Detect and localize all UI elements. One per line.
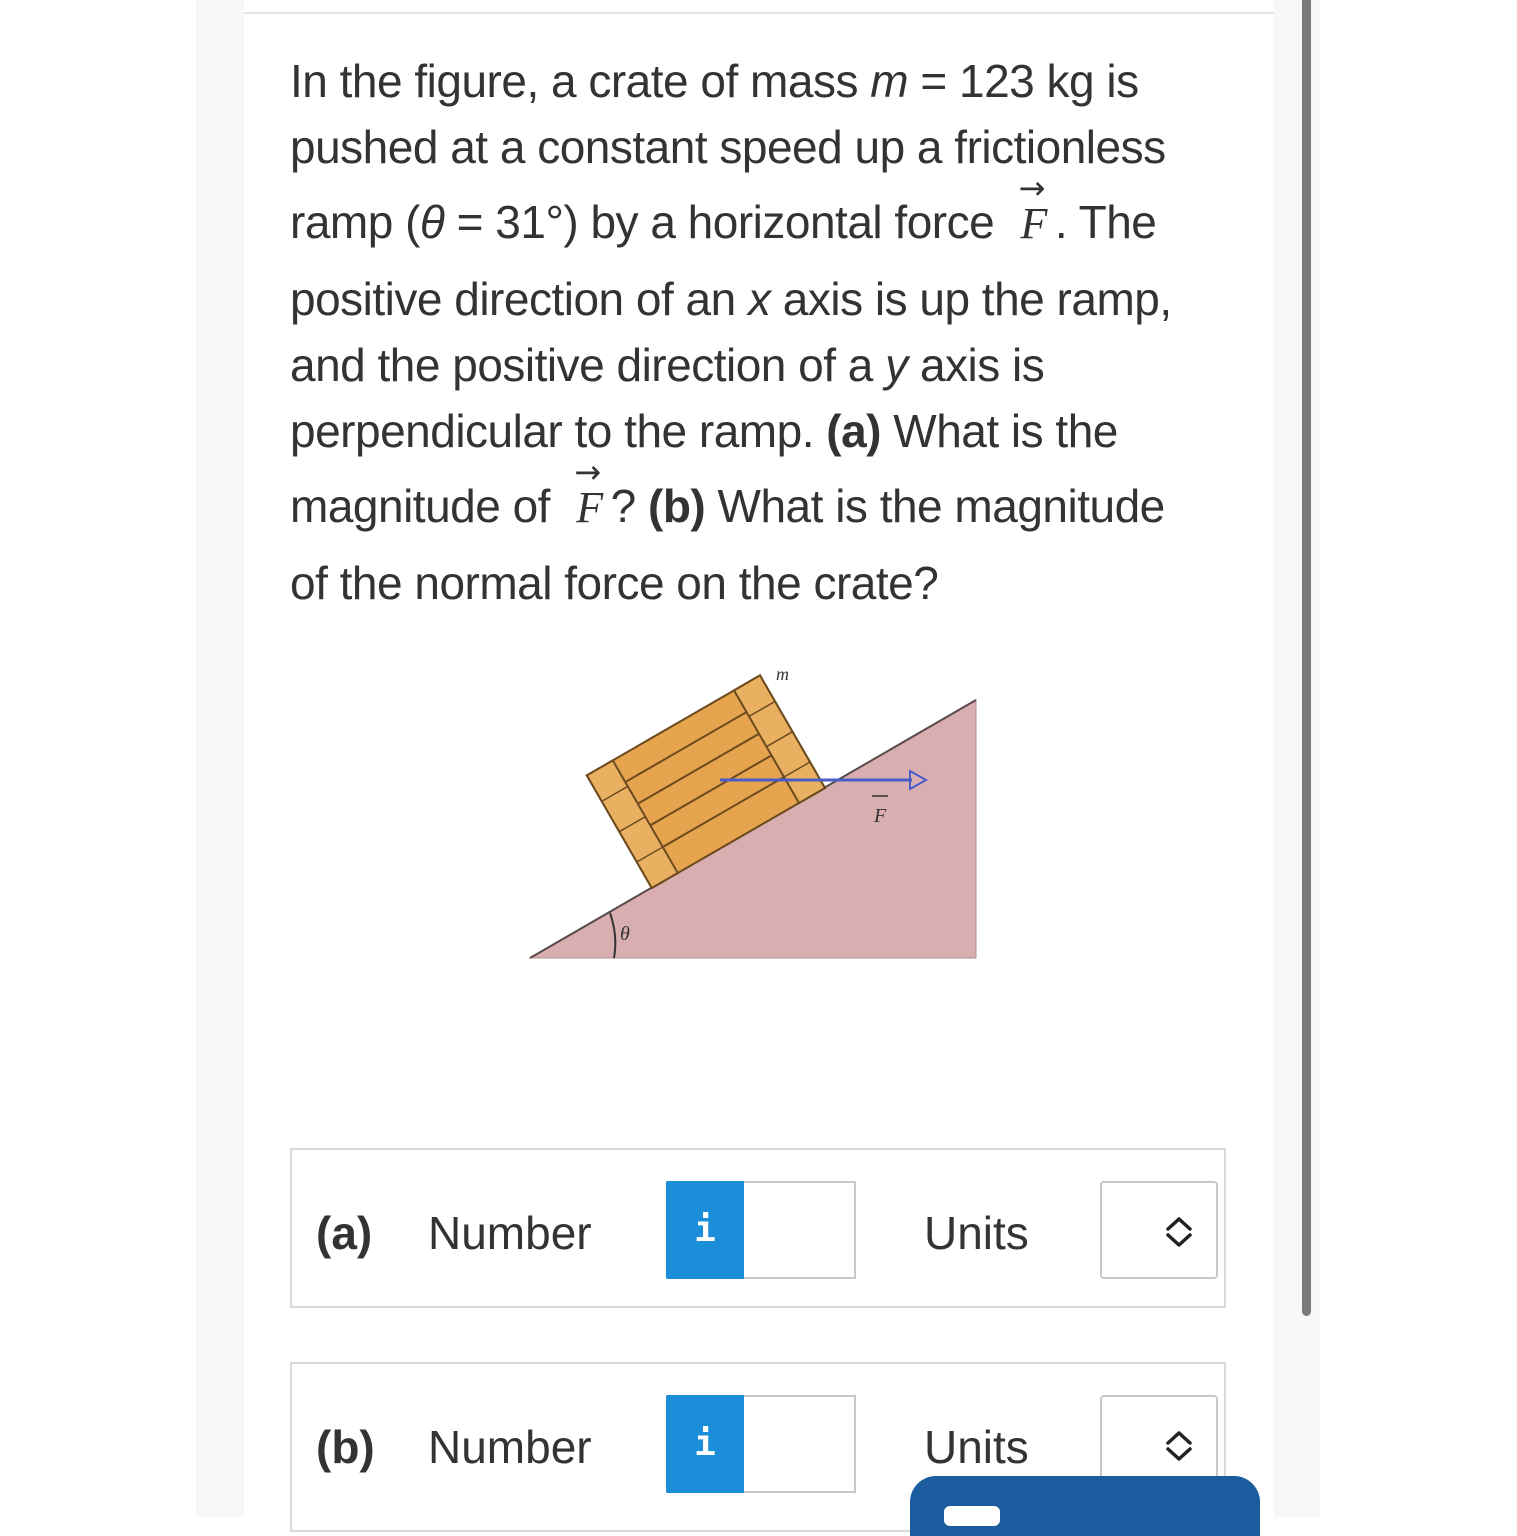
part-a-label: (a) — [826, 405, 881, 457]
number-input[interactable] — [744, 1395, 856, 1493]
question-line: pushed at a constant speed up a friction… — [290, 121, 1166, 173]
text-segment: In the figure, a crate of mass — [290, 55, 871, 107]
number-input[interactable] — [744, 1181, 856, 1279]
question-line: ramp (θ = 31°) by a horizontal force → F.… — [290, 169, 1250, 266]
vector-arrow-icon: → — [1018, 169, 1045, 207]
question-line: positive direction of an x axis is up th… — [290, 266, 1250, 332]
question-line: of the normal force on the crate? — [290, 557, 939, 609]
y-symbol: y — [885, 339, 908, 391]
text-segment: positive direction of an — [290, 273, 748, 325]
button-icon — [944, 1506, 1000, 1526]
force-vector-symbol: → F — [1018, 169, 1047, 266]
units-label: Units — [924, 1207, 1029, 1259]
question-text: In the figure, a crate of mass m = 123 k… — [290, 48, 1250, 616]
text-segment: magnitude of — [290, 480, 563, 532]
answer-row-a: (a) Number i Units — [290, 1148, 1226, 1308]
number-label: Number — [428, 1421, 592, 1473]
question-line: In the figure, a crate of mass m = 123 k… — [290, 48, 1250, 114]
info-button[interactable]: i — [666, 1395, 744, 1493]
text-segment: ramp ( — [290, 196, 420, 248]
ramp-figure: θ m F — [528, 664, 977, 959]
question-line: perpendicular to the ramp. (a) What is t… — [290, 398, 1250, 464]
mass-symbol: m — [870, 55, 909, 107]
angle-label: θ — [620, 923, 630, 945]
force-label: F — [873, 805, 887, 827]
text-segment: = 123 kg is — [908, 55, 1139, 107]
chevron-updown-icon — [1166, 1431, 1192, 1461]
question-line: magnitude of → F? (b) What is the magnitu… — [290, 453, 1250, 550]
part-label: (b) — [316, 1421, 375, 1473]
chevron-updown-icon — [1166, 1217, 1192, 1247]
text-segment: = 31°) by a horizontal force — [444, 196, 1007, 248]
vector-arrow-icon: → — [574, 453, 601, 491]
number-label: Number — [428, 1207, 592, 1259]
force-vector-symbol: → F — [574, 453, 603, 550]
text-segment: and the positive direction of a — [290, 339, 886, 391]
part-b-label: (b) — [648, 480, 706, 532]
text-segment: axis is up the ramp, — [770, 273, 1172, 325]
bottom-action-button[interactable] — [910, 1476, 1260, 1536]
x-symbol: x — [748, 273, 771, 325]
text-segment: What is the — [881, 405, 1118, 457]
text-segment: . The — [1054, 196, 1157, 248]
question-line: and the positive direction of a y axis i… — [290, 332, 1250, 398]
mass-label: m — [776, 664, 789, 684]
text-segment: What is the magnitude — [705, 480, 1166, 532]
text-segment: axis is — [907, 339, 1045, 391]
units-label: Units — [924, 1421, 1029, 1473]
info-button[interactable]: i — [666, 1181, 744, 1279]
text-segment: perpendicular to the ramp. — [290, 405, 827, 457]
text-segment: ? — [610, 480, 649, 532]
scrollbar[interactable] — [1302, 0, 1311, 1316]
theta-symbol: θ — [419, 196, 445, 248]
part-label: (a) — [316, 1207, 373, 1259]
card-divider — [244, 12, 1274, 14]
units-select[interactable] — [1100, 1181, 1218, 1279]
